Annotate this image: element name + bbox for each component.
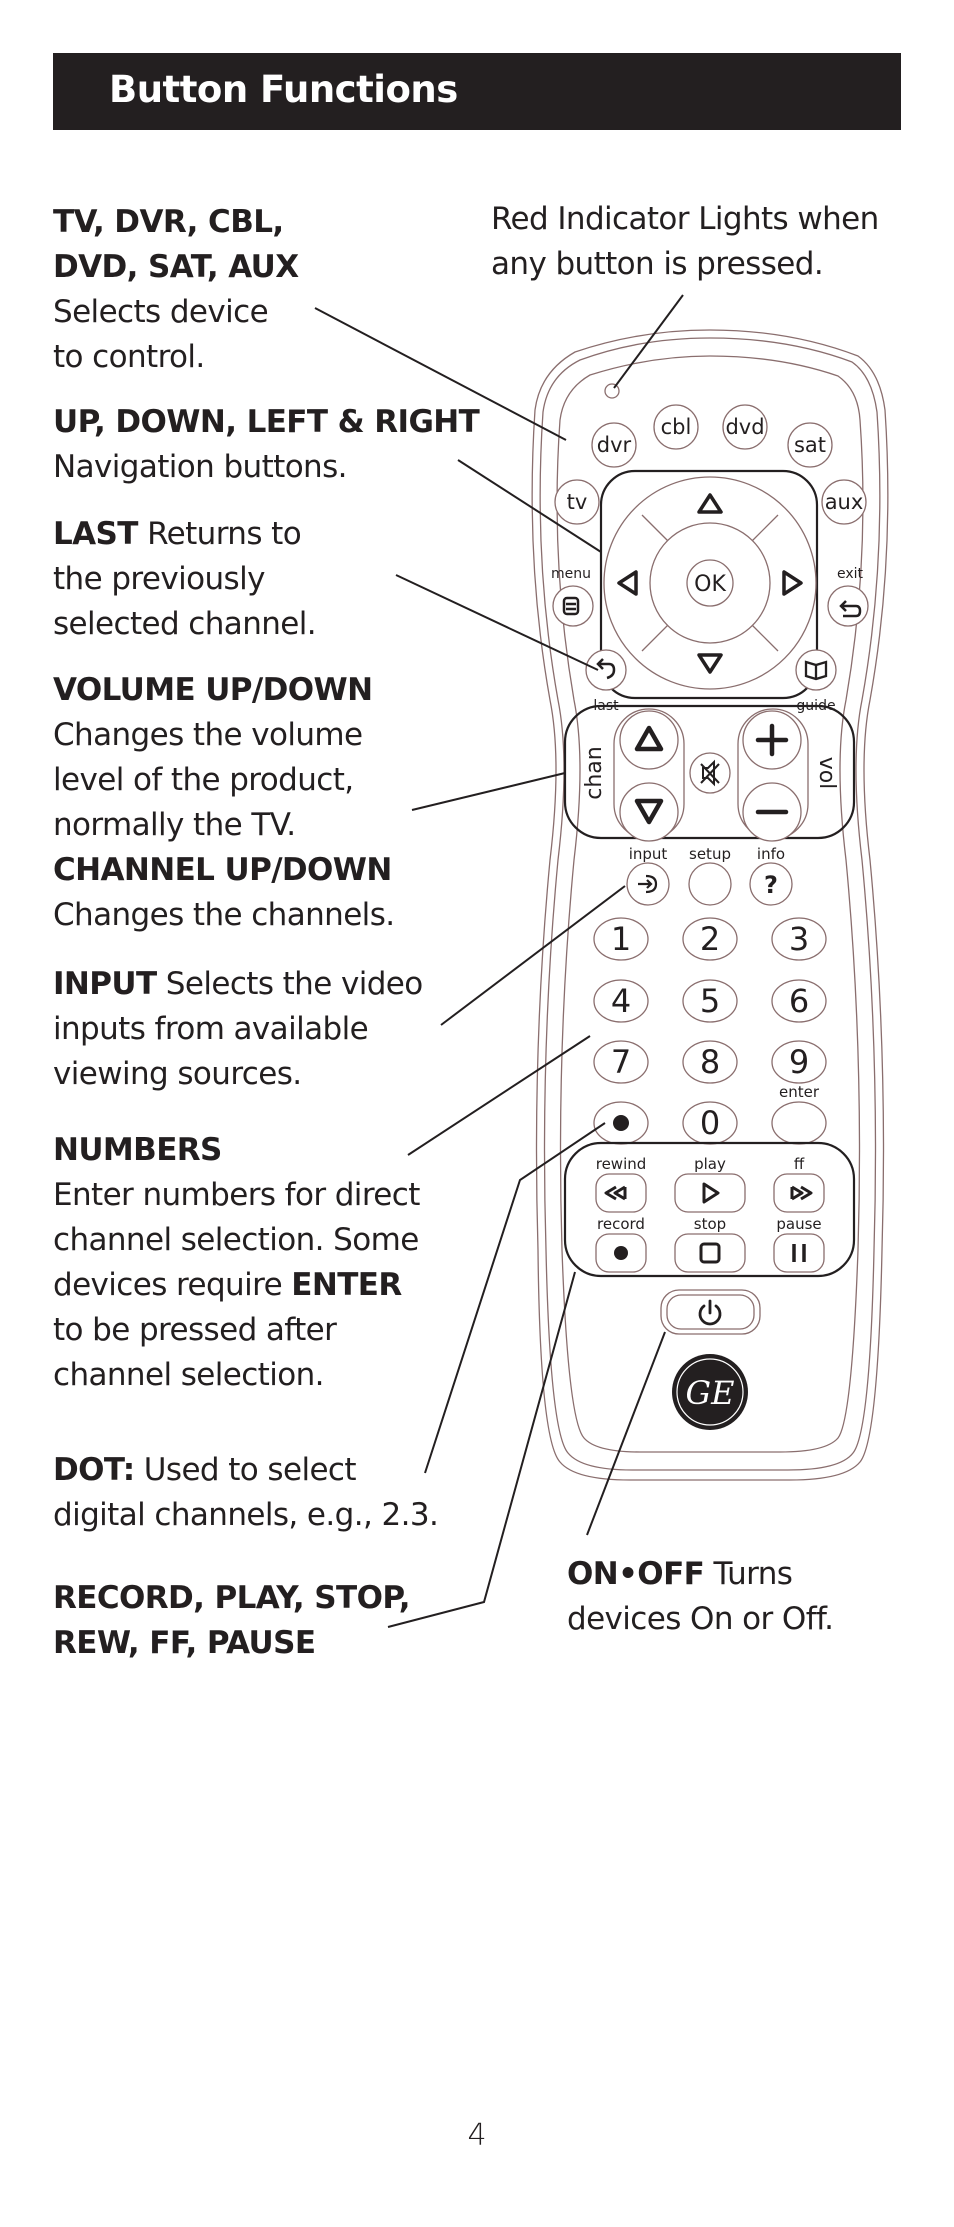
leader-transport	[387, 1271, 576, 1628]
last-button[interactable]	[585, 649, 627, 691]
ff-label: ff	[794, 1155, 805, 1173]
number-label-0: 0	[700, 1104, 720, 1142]
leader-volume	[411, 772, 566, 811]
number-label-2: 2	[700, 920, 720, 958]
nav-down-icon[interactable]	[697, 653, 723, 674]
leader-numbers	[407, 1035, 591, 1156]
rewind-button[interactable]	[595, 1173, 647, 1213]
menu-label: menu	[551, 566, 591, 582]
leader-lines	[314, 294, 684, 1628]
leader-device	[314, 307, 567, 441]
chan-down-button[interactable]	[619, 782, 679, 842]
record-icon	[614, 1246, 628, 1260]
ge-logo-text: GE	[686, 1374, 735, 1412]
page-number: 4	[467, 2118, 487, 2153]
number-label-1: 1	[611, 920, 631, 958]
number-label-3: 3	[789, 920, 809, 958]
menu-button[interactable]	[552, 585, 594, 627]
play-button[interactable]	[674, 1173, 746, 1213]
device-label-sat: sat	[794, 433, 826, 457]
number-label-4: 4	[611, 982, 631, 1020]
leader-dot	[424, 1122, 606, 1474]
stop-label: stop	[694, 1215, 726, 1233]
transport-buttons: rewind play ff record stop pause	[595, 1155, 825, 1273]
enter-button[interactable]	[771, 1101, 827, 1145]
ok-label: OK	[694, 572, 726, 597]
info-icon: ?	[764, 871, 778, 899]
ge-logo: GE	[672, 1354, 748, 1430]
play-label: play	[694, 1155, 726, 1173]
info-label: info	[757, 845, 785, 863]
leader-power	[586, 1331, 666, 1536]
setup-button[interactable]	[688, 862, 732, 906]
leader-indicator	[613, 294, 684, 389]
device-label-dvr: dvr	[597, 433, 632, 457]
indicator-light	[604, 383, 620, 399]
number-label-9: 9	[789, 1043, 809, 1081]
chan-up-button[interactable]	[619, 710, 679, 770]
number-label-7: 7	[611, 1043, 631, 1081]
stop-button[interactable]	[674, 1233, 746, 1273]
nav-left-icon[interactable]	[617, 570, 638, 596]
number-label-8: 8	[700, 1043, 720, 1081]
device-label-cbl: cbl	[661, 415, 692, 439]
chan-label: chan	[582, 746, 607, 799]
number-label-5: 5	[700, 982, 720, 1020]
device-label-tv: tv	[567, 490, 588, 514]
record-label: record	[597, 1215, 645, 1233]
exit-label: exit	[837, 566, 864, 582]
device-label-dvd: dvd	[725, 415, 764, 439]
ff-button[interactable]	[773, 1173, 825, 1213]
nav-right-icon[interactable]	[782, 570, 803, 596]
device-label-aux: aux	[825, 490, 864, 514]
number-label-6: 6	[789, 982, 809, 1020]
pause-label: pause	[776, 1215, 821, 1233]
dot-icon	[613, 1115, 629, 1131]
nav-up-icon[interactable]	[697, 493, 723, 514]
remote-illustration: dvr cbl dvd sat tv aux OK menu exit last…	[314, 294, 889, 1628]
input-label: input	[629, 845, 668, 863]
enter-label: enter	[779, 1083, 820, 1101]
number-pad: 1 2 3 4 5 6 7 8 9 0	[593, 917, 827, 1145]
vol-label: vol	[814, 757, 839, 790]
rewind-label: rewind	[596, 1155, 647, 1173]
pause-button[interactable]	[773, 1233, 825, 1273]
setup-label: setup	[689, 845, 731, 863]
